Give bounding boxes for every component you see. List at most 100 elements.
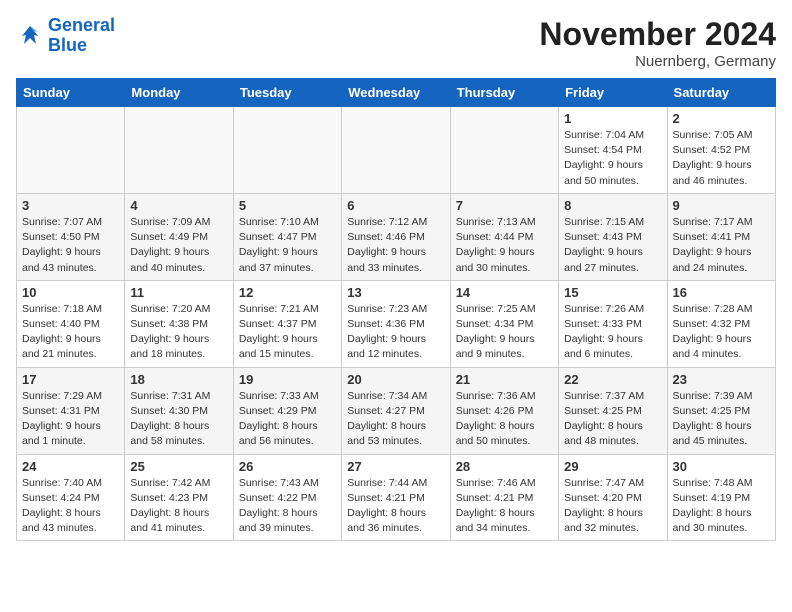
calendar-day: 1 Sunrise: 7:04 AM Sunset: 4:54 PM Daylig… [559,107,667,194]
calendar-day [342,107,450,194]
day-info: Sunrise: 7:04 AM Sunset: 4:54 PM Dayligh… [564,128,661,189]
calendar-day: 6Sunrise: 7:12 AM Sunset: 4:46 PM Daylig… [342,193,450,280]
calendar-day: 14Sunrise: 7:25 AM Sunset: 4:34 PM Dayli… [450,280,558,367]
day-info: Sunrise: 7:39 AM Sunset: 4:25 PM Dayligh… [673,389,770,450]
calendar-week-1: 1 Sunrise: 7:04 AM Sunset: 4:54 PM Daylig… [17,107,776,194]
calendar-day: 26 Sunrise: 7:43 AM Sunset: 4:22 PM Dayli… [233,454,341,541]
logo-general: General [48,15,115,35]
day-info: Sunrise: 7:10 AM Sunset: 4:47 PM Dayligh… [239,215,336,276]
calendar-day: 16 Sunrise: 7:28 AM Sunset: 4:32 PM Dayli… [667,280,775,367]
logo-blue: Blue [48,35,87,55]
page-header: General Blue November 2024 Nuernberg, Ge… [16,16,776,70]
logo: General Blue [16,16,115,56]
day-number: 11 [130,285,227,300]
location-label: Nuernberg, Germany [539,53,776,70]
weekday-header-tuesday: Tuesday [233,79,341,107]
calendar-day: 25 Sunrise: 7:42 AM Sunset: 4:23 PM Dayli… [125,454,233,541]
calendar-day [17,107,125,194]
day-info: Sunrise: 7:17 AM Sunset: 4:41 PM Dayligh… [673,215,770,276]
day-number: 30 [673,459,770,474]
day-info: Sunrise: 7:46 AM Sunset: 4:21 PM Dayligh… [456,476,553,537]
day-number: 26 [239,459,336,474]
weekday-header-wednesday: Wednesday [342,79,450,107]
day-info: Sunrise: 7:48 AM Sunset: 4:19 PM Dayligh… [673,476,770,537]
weekday-header-friday: Friday [559,79,667,107]
day-number: 9 [673,198,770,213]
calendar-day: 28Sunrise: 7:46 AM Sunset: 4:21 PM Dayli… [450,454,558,541]
calendar-day: 2Sunrise: 7:05 AM Sunset: 4:52 PM Daylig… [667,107,775,194]
day-info: Sunrise: 7:23 AM Sunset: 4:36 PM Dayligh… [347,302,444,363]
day-info: Sunrise: 7:09 AM Sunset: 4:49 PM Dayligh… [130,215,227,276]
weekday-header-monday: Monday [125,79,233,107]
calendar-day: 13 Sunrise: 7:23 AM Sunset: 4:36 PM Dayli… [342,280,450,367]
day-info: Sunrise: 7:18 AM Sunset: 4:40 PM Dayligh… [22,302,119,363]
calendar-week-2: 3Sunrise: 7:07 AM Sunset: 4:50 PM Daylig… [17,193,776,280]
day-number: 27 [347,459,444,474]
weekday-header-sunday: Sunday [17,79,125,107]
day-info: Sunrise: 7:20 AM Sunset: 4:38 PM Dayligh… [130,302,227,363]
calendar-day: 3Sunrise: 7:07 AM Sunset: 4:50 PM Daylig… [17,193,125,280]
calendar-day: 30 Sunrise: 7:48 AM Sunset: 4:19 PM Dayli… [667,454,775,541]
day-number: 29 [564,459,661,474]
day-number: 16 [673,285,770,300]
day-info: Sunrise: 7:34 AM Sunset: 4:27 PM Dayligh… [347,389,444,450]
day-number: 25 [130,459,227,474]
day-number: 4 [130,198,227,213]
day-number: 19 [239,372,336,387]
day-info: Sunrise: 7:33 AM Sunset: 4:29 PM Dayligh… [239,389,336,450]
calendar-day: 7 Sunrise: 7:13 AM Sunset: 4:44 PM Daylig… [450,193,558,280]
day-info: Sunrise: 7:26 AM Sunset: 4:33 PM Dayligh… [564,302,661,363]
day-number: 10 [22,285,119,300]
calendar-day: 5Sunrise: 7:10 AM Sunset: 4:47 PM Daylig… [233,193,341,280]
calendar-day [125,107,233,194]
weekday-header-saturday: Saturday [667,79,775,107]
calendar-day: 22 Sunrise: 7:37 AM Sunset: 4:25 PM Dayli… [559,367,667,454]
day-info: Sunrise: 7:43 AM Sunset: 4:22 PM Dayligh… [239,476,336,537]
day-number: 2 [673,111,770,126]
day-info: Sunrise: 7:28 AM Sunset: 4:32 PM Dayligh… [673,302,770,363]
day-number: 15 [564,285,661,300]
calendar-day: 12Sunrise: 7:21 AM Sunset: 4:37 PM Dayli… [233,280,341,367]
day-info: Sunrise: 7:13 AM Sunset: 4:44 PM Dayligh… [456,215,553,276]
day-number: 23 [673,372,770,387]
day-number: 1 [564,111,661,126]
calendar-week-3: 10 Sunrise: 7:18 AM Sunset: 4:40 PM Dayli… [17,280,776,367]
day-info: Sunrise: 7:44 AM Sunset: 4:21 PM Dayligh… [347,476,444,537]
day-number: 22 [564,372,661,387]
day-number: 24 [22,459,119,474]
calendar-day: 21Sunrise: 7:36 AM Sunset: 4:26 PM Dayli… [450,367,558,454]
month-title: November 2024 [539,16,776,53]
day-info: Sunrise: 7:47 AM Sunset: 4:20 PM Dayligh… [564,476,661,537]
weekday-header-row: SundayMondayTuesdayWednesdayThursdayFrid… [17,79,776,107]
calendar-day: 27 Sunrise: 7:44 AM Sunset: 4:21 PM Dayli… [342,454,450,541]
calendar-day [233,107,341,194]
day-number: 20 [347,372,444,387]
day-info: Sunrise: 7:31 AM Sunset: 4:30 PM Dayligh… [130,389,227,450]
day-number: 17 [22,372,119,387]
day-info: Sunrise: 7:37 AM Sunset: 4:25 PM Dayligh… [564,389,661,450]
day-info: Sunrise: 7:29 AM Sunset: 4:31 PM Dayligh… [22,389,119,450]
day-info: Sunrise: 7:21 AM Sunset: 4:37 PM Dayligh… [239,302,336,363]
calendar-day: 9 Sunrise: 7:17 AM Sunset: 4:41 PM Daylig… [667,193,775,280]
day-number: 8 [564,198,661,213]
calendar-day: 18 Sunrise: 7:31 AM Sunset: 4:30 PM Dayli… [125,367,233,454]
day-number: 13 [347,285,444,300]
calendar-table: SundayMondayTuesdayWednesdayThursdayFrid… [16,78,776,541]
calendar-week-4: 17 Sunrise: 7:29 AM Sunset: 4:31 PM Dayli… [17,367,776,454]
day-info: Sunrise: 7:36 AM Sunset: 4:26 PM Dayligh… [456,389,553,450]
day-info: Sunrise: 7:12 AM Sunset: 4:46 PM Dayligh… [347,215,444,276]
weekday-header-thursday: Thursday [450,79,558,107]
day-number: 18 [130,372,227,387]
calendar-day: 10 Sunrise: 7:18 AM Sunset: 4:40 PM Dayli… [17,280,125,367]
calendar-day: 4 Sunrise: 7:09 AM Sunset: 4:49 PM Daylig… [125,193,233,280]
day-number: 7 [456,198,553,213]
day-info: Sunrise: 7:15 AM Sunset: 4:43 PM Dayligh… [564,215,661,276]
calendar-day: 23 Sunrise: 7:39 AM Sunset: 4:25 PM Dayli… [667,367,775,454]
calendar-day: 24 Sunrise: 7:40 AM Sunset: 4:24 PM Dayli… [17,454,125,541]
day-info: Sunrise: 7:40 AM Sunset: 4:24 PM Dayligh… [22,476,119,537]
title-block: November 2024 Nuernberg, Germany [539,16,776,70]
day-info: Sunrise: 7:25 AM Sunset: 4:34 PM Dayligh… [456,302,553,363]
day-info: Sunrise: 7:42 AM Sunset: 4:23 PM Dayligh… [130,476,227,537]
calendar-week-5: 24 Sunrise: 7:40 AM Sunset: 4:24 PM Dayli… [17,454,776,541]
day-number: 3 [22,198,119,213]
